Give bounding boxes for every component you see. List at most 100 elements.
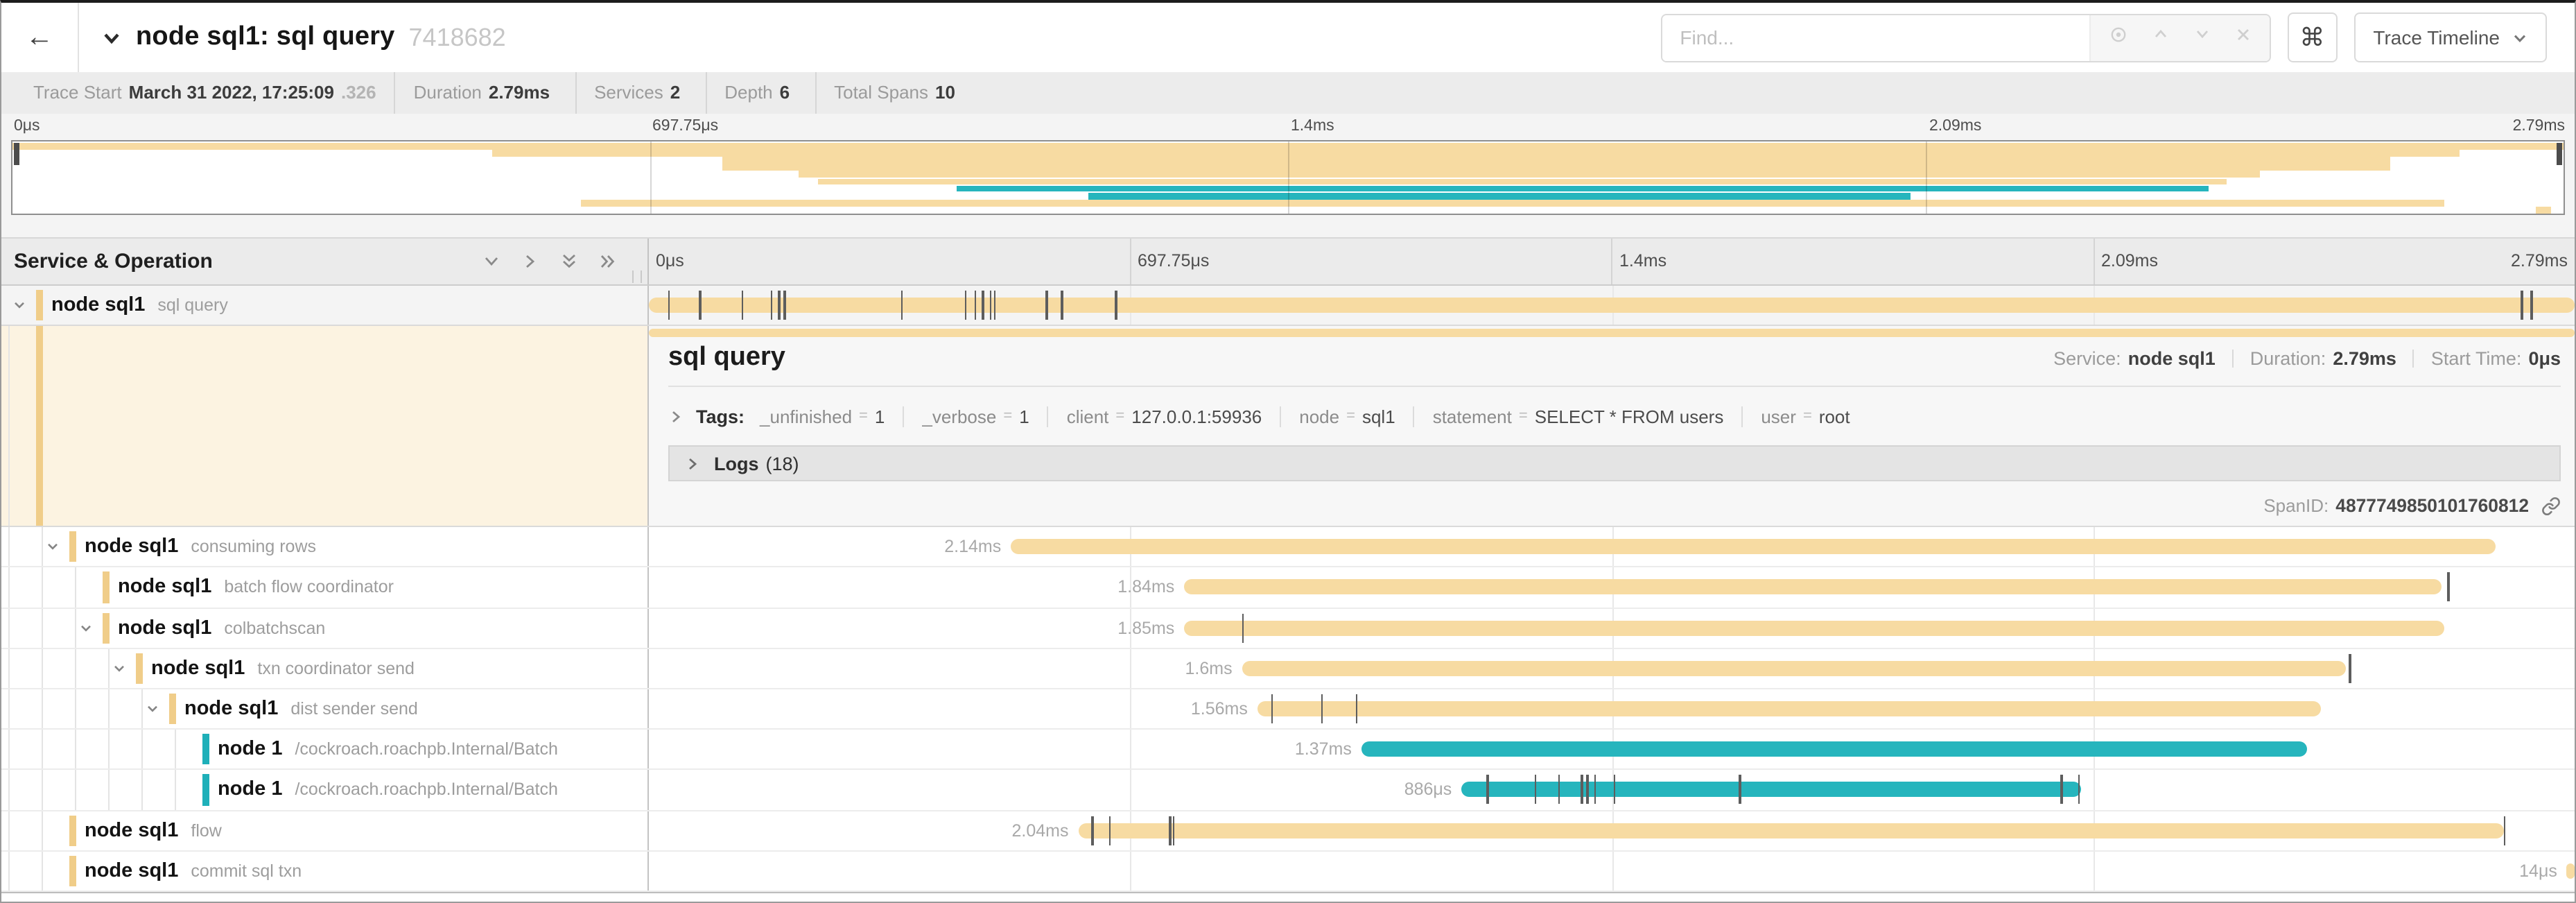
span-tree-cell[interactable]: node sql1txn coordinator send bbox=[1, 649, 649, 688]
clear-find-icon[interactable] bbox=[2234, 25, 2251, 50]
logs-row[interactable]: Logs (18) bbox=[668, 445, 2561, 481]
span-bar[interactable] bbox=[649, 298, 2575, 313]
expand-all-icon[interactable] bbox=[599, 252, 617, 270]
span-bar[interactable] bbox=[1361, 741, 2307, 757]
span-timeline-cell[interactable]: 1.37ms bbox=[649, 730, 2575, 768]
view-selector-button[interactable]: Trace Timeline bbox=[2353, 12, 2547, 62]
minimap-right-drag-handle[interactable] bbox=[2557, 143, 2562, 165]
collapse-all-icon[interactable] bbox=[560, 252, 578, 270]
span-bar[interactable] bbox=[1461, 782, 2082, 798]
service-value: node sql1 bbox=[2128, 348, 2216, 369]
expand-chevron-icon[interactable] bbox=[46, 540, 60, 554]
tree-guide-line bbox=[141, 730, 143, 768]
service-operation-header: Service & Operation bbox=[1, 239, 649, 284]
span-row[interactable]: node 1/cockroach.roachpb.Internal/Batch1… bbox=[1, 730, 2575, 770]
minimap-left-drag-handle[interactable] bbox=[14, 143, 19, 165]
tree-guide-line bbox=[175, 730, 176, 768]
span-duration-label: 2.04ms bbox=[1011, 820, 1078, 840]
span-row[interactable]: node sql1sql query bbox=[1, 286, 2575, 326]
span-row[interactable]: node sql1commit sql txn14μs bbox=[1, 851, 2575, 891]
span-bar[interactable] bbox=[1011, 540, 2496, 555]
log-event-tick bbox=[2448, 573, 2450, 602]
minimap-tick-label: 1.4ms bbox=[1288, 118, 1334, 135]
trace-id: 7418682 bbox=[409, 23, 506, 52]
next-match-icon[interactable] bbox=[2193, 25, 2211, 50]
minimap-span-bar bbox=[722, 157, 2390, 164]
span-detail-meta: Service:node sql1 Duration:2.79ms Start … bbox=[2053, 348, 2561, 369]
span-timeline-cell[interactable]: 14μs bbox=[649, 851, 2575, 890]
span-tree-cell[interactable]: node sql1consuming rows bbox=[1, 527, 649, 566]
span-timeline-cell[interactable] bbox=[649, 286, 2575, 325]
service-operation-title: Service & Operation bbox=[14, 250, 213, 273]
back-button[interactable]: ← bbox=[1, 3, 79, 72]
span-timeline-cell[interactable]: 2.04ms bbox=[649, 811, 2575, 850]
span-bar[interactable] bbox=[1184, 580, 2442, 595]
tree-guide-line bbox=[42, 771, 43, 809]
span-row[interactable]: node 1/cockroach.roachpb.Internal/Batch8… bbox=[1, 771, 2575, 811]
logs-expand-chevron-icon[interactable] bbox=[685, 456, 700, 471]
find-icon-group bbox=[2089, 15, 2269, 60]
span-row[interactable]: node sql1colbatchscan1.85ms bbox=[1, 608, 2575, 648]
tree-guide-line bbox=[75, 608, 76, 647]
span-tree-cell[interactable]: node sql1commit sql txn bbox=[1, 851, 649, 890]
minimap-canvas[interactable] bbox=[11, 140, 2565, 215]
log-event-tick bbox=[2521, 291, 2523, 320]
tree-guide-line bbox=[42, 730, 43, 768]
log-event-tick bbox=[965, 291, 967, 320]
find-input[interactable] bbox=[1662, 15, 2089, 60]
copy-link-icon[interactable] bbox=[2541, 496, 2561, 515]
span-bar[interactable] bbox=[1257, 701, 2320, 716]
focus-match-icon[interactable] bbox=[2108, 24, 2127, 51]
span-tree-cell[interactable]: node 1/cockroach.roachpb.Internal/Batch bbox=[1, 771, 649, 809]
span-color-accent bbox=[169, 694, 176, 724]
span-bar[interactable] bbox=[1078, 823, 2503, 838]
minimap-span-bar bbox=[819, 178, 2227, 185]
keyboard-shortcuts-button[interactable]: ⌘ bbox=[2287, 12, 2337, 62]
expand-chevron-icon[interactable] bbox=[79, 621, 93, 635]
span-tree-cell[interactable]: node sql1dist sender send bbox=[1, 689, 649, 728]
span-row[interactable]: node sql1dist sender send1.56ms bbox=[1, 689, 2575, 730]
tree-guide-line bbox=[42, 608, 43, 647]
span-detail-bar[interactable] bbox=[649, 329, 2575, 337]
expand-one-icon[interactable] bbox=[521, 252, 539, 270]
span-tree-cell[interactable]: node 1/cockroach.roachpb.Internal/Batch bbox=[1, 730, 649, 768]
tree-guide-line bbox=[42, 689, 43, 728]
collapse-trace-chevron-icon[interactable] bbox=[101, 27, 122, 48]
span-row[interactable]: node sql1txn coordinator send1.6ms bbox=[1, 649, 2575, 689]
span-bar[interactable] bbox=[1184, 620, 2444, 635]
prev-match-icon[interactable] bbox=[2151, 25, 2169, 50]
log-event-tick bbox=[668, 291, 670, 320]
expand-chevron-icon[interactable] bbox=[146, 702, 159, 716]
column-resize-handle[interactable] bbox=[632, 270, 642, 283]
span-duration-label: 1.84ms bbox=[1117, 578, 1184, 597]
span-row[interactable]: node sql1consuming rows2.14ms bbox=[1, 527, 2575, 567]
tags-expand-chevron-icon[interactable] bbox=[668, 409, 684, 424]
minimap-gridline bbox=[650, 141, 652, 214]
span-bar[interactable] bbox=[1242, 661, 2346, 676]
span-color-accent bbox=[202, 775, 209, 805]
span-bar[interactable] bbox=[2567, 863, 2575, 879]
span-tree-cell[interactable]: node sql1flow bbox=[1, 811, 649, 850]
span-tree-cell[interactable]: node sql1colbatchscan bbox=[1, 608, 649, 647]
expand-chevron-icon[interactable] bbox=[112, 662, 126, 676]
operation-name: /cockroach.roachpb.Internal/Batch bbox=[295, 739, 557, 759]
minimap-tick-label: 2.09ms bbox=[1926, 118, 1981, 135]
log-event-tick bbox=[770, 291, 772, 320]
log-event-tick bbox=[1045, 291, 1047, 320]
tags-row[interactable]: Tags: _unfinished=1_verbose=1client=127.… bbox=[668, 399, 2561, 433]
span-timeline-cell[interactable]: 1.84ms bbox=[649, 568, 2575, 607]
expand-chevron-icon[interactable] bbox=[12, 298, 26, 312]
span-tree-cell[interactable]: node sql1sql query bbox=[1, 286, 649, 325]
span-tree-cell[interactable]: node sql1batch flow coordinator bbox=[1, 568, 649, 607]
span-row[interactable]: node sql1batch flow coordinator 1.84ms bbox=[1, 568, 2575, 608]
tree-guide-line bbox=[42, 527, 43, 566]
collapse-one-icon[interactable] bbox=[482, 252, 501, 270]
span-timeline-cell[interactable]: 1.56ms bbox=[649, 689, 2575, 728]
log-event-tick bbox=[1535, 775, 1537, 805]
span-timeline-cell[interactable]: 886μs bbox=[649, 771, 2575, 809]
span-timeline-cell[interactable]: 1.6ms bbox=[649, 649, 2575, 688]
span-timeline-cell[interactable]: 1.85ms bbox=[649, 608, 2575, 647]
tree-guide-line bbox=[8, 568, 10, 607]
span-timeline-cell[interactable]: 2.14ms bbox=[649, 527, 2575, 566]
span-row[interactable]: node sql1flow 2.04ms bbox=[1, 811, 2575, 851]
